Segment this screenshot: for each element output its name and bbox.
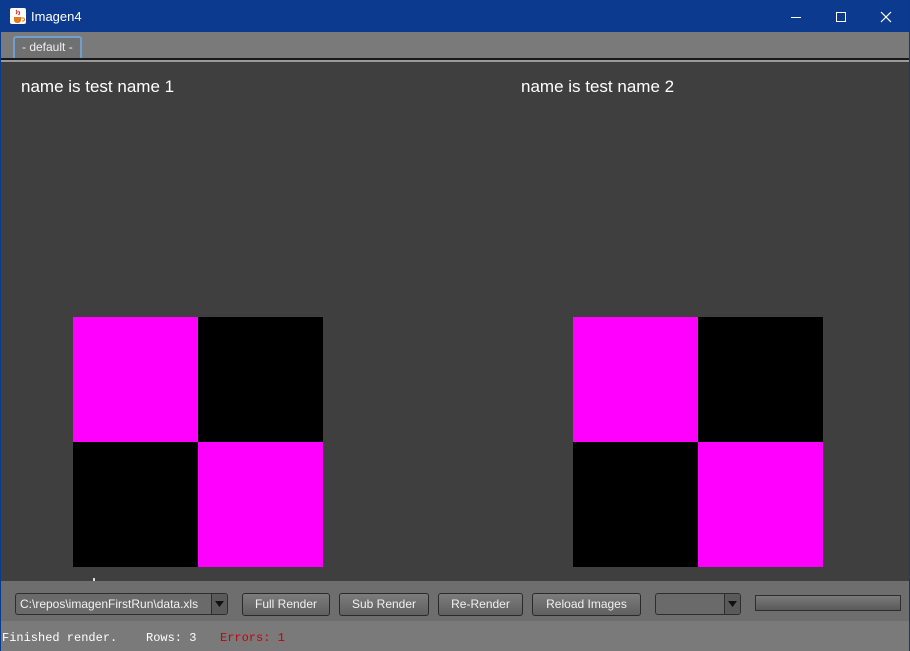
chevron-down-icon[interactable] (724, 594, 740, 614)
checker-image-1 (73, 317, 323, 567)
checker-cell (698, 317, 823, 442)
data-file-value: C:\repos\imagenFirstRun\data.xls (20, 597, 199, 611)
full-render-button[interactable]: Full Render (242, 593, 330, 616)
status-rows: Rows: 3 (146, 631, 197, 645)
sub-render-button[interactable]: Sub Render (339, 593, 429, 616)
card-label-2: name is test name 2 (521, 77, 675, 96)
tab-strip: - default - (1, 32, 909, 60)
data-file-select[interactable]: C:\repos\imagenFirstRun\data.xls (15, 593, 228, 615)
render-progress-bar (755, 595, 901, 611)
checker-cell (573, 317, 698, 442)
status-errors: Errors: 1 (220, 631, 285, 645)
checker-cell (198, 317, 323, 442)
checker-cell (198, 442, 323, 567)
re-render-button[interactable]: Re-Render (438, 593, 523, 616)
minimize-icon[interactable] (773, 1, 819, 32)
bottom-toolbar: C:\repos\imagenFirstRun\data.xls Full Re… (1, 581, 909, 621)
status-bar: Finished render. Rows: 3 Errors: 1 (1, 621, 909, 651)
window-title: Imagen4 (31, 9, 82, 24)
checker-image-2 (573, 317, 823, 567)
card-label-1: name is test name 1 (21, 77, 175, 96)
status-message: Finished render. (2, 631, 118, 645)
reload-images-button[interactable]: Reload Images (532, 593, 641, 616)
chevron-down-icon[interactable] (211, 594, 227, 614)
checker-cell (573, 442, 698, 567)
tab-default[interactable]: - default - (13, 36, 82, 58)
maximize-icon[interactable] (818, 1, 864, 32)
render-canvas: name is test name 1 name is test name 2 (1, 63, 909, 581)
close-icon[interactable] (863, 1, 909, 32)
tab-divider (1, 60, 909, 62)
title-bar[interactable]: Imagen4 (1, 1, 909, 32)
option-select[interactable] (655, 593, 741, 615)
java-cup-icon (10, 8, 26, 24)
checker-cell (73, 317, 198, 442)
checker-cell (73, 442, 198, 567)
checker-cell (698, 442, 823, 567)
app-window: Imagen4 - default - name is test name 1 … (0, 0, 910, 651)
